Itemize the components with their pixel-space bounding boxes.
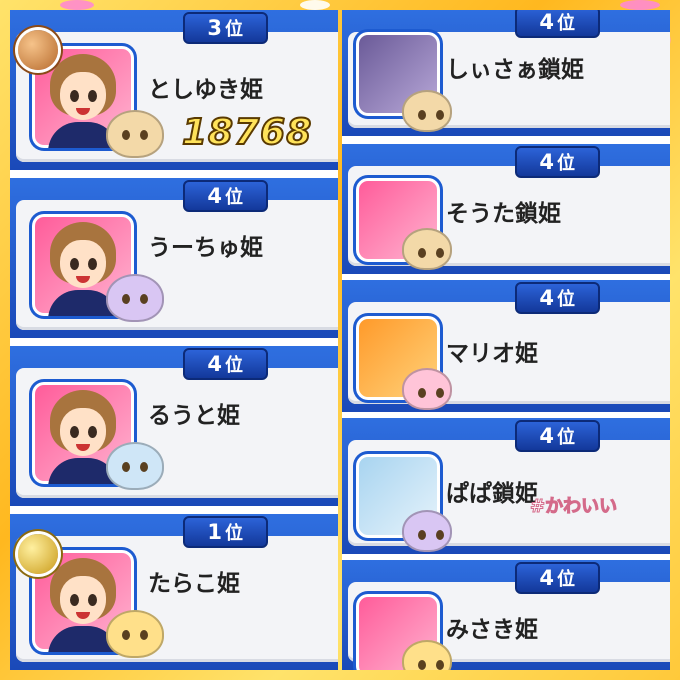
rank-number: 4 [207,352,223,376]
ranking-card[interactable]: 4位 そうた鎖姫 [342,144,670,274]
rank-suffix: 位 [225,19,244,40]
rank-badge: 3位 [183,12,268,44]
ranking-card[interactable]: 1位 たらこ姫 [10,514,338,670]
rank-number: 4 [539,286,555,310]
player-name: しぃさぁ鎖姫 [446,57,584,83]
ranking-card[interactable]: 4位 マリオ姫 [342,280,670,412]
ranking-card[interactable]: 4位 うーちゅ姫 [10,178,338,338]
rank-badge: 4位 [515,420,600,452]
rank-number: 4 [207,184,223,208]
balloon-decoration [300,0,330,10]
balloon-decoration [620,0,660,10]
rank-suffix: 位 [557,569,576,590]
tsum-character-icon [402,510,452,552]
rank-badge: 4位 [515,10,600,38]
rank-number: 3 [207,16,223,40]
rank-suffix: 位 [225,187,244,208]
player-name: としゆき姫 [148,77,263,103]
rank-suffix: 位 [557,13,576,34]
rank-badge: 4位 [515,562,600,594]
rank-suffix: 位 [557,289,576,310]
rank-badge: 4位 [183,180,268,212]
ranking-card[interactable]: 4位 ぱぱ鎖姫 [342,418,670,554]
player-name: たらこ姫 [148,571,240,597]
rank-number: 4 [539,424,555,448]
tsum-character-icon [106,274,164,322]
rank-badge: 4位 [515,146,600,178]
tsum-character-icon [402,368,452,410]
tsum-character-icon [106,442,164,490]
rank-badge: 4位 [183,348,268,380]
balloon-decoration [60,0,94,10]
rank-suffix: 位 [225,355,244,376]
ranking-card[interactable]: 4位 しぃさぁ鎖姫 [342,10,670,136]
rank-number: 1 [207,520,223,544]
rank-number: 4 [539,10,555,34]
ranking-column-left: 3位 としゆき姫 18768 4位 うーちゅ姫 4位 るうと姫 1 位 たらこ姫 [10,10,338,670]
rank-suffix: 位 [557,427,576,448]
ranking-card[interactable]: 4位 みさき姫 [342,560,670,670]
tsum-character-icon [402,90,452,132]
player-name: うーちゅ姫 [148,235,263,261]
score-value: 18768 [181,111,313,154]
rank-suffix: 位 [225,523,244,544]
player-name: ぱぱ鎖姫 [446,481,538,507]
player-name: みさき姫 [446,617,538,643]
ranking-card[interactable]: 4位 るうと姫 [10,346,338,506]
bronze-medal-icon [18,30,58,70]
rank-number: 4 [539,150,555,174]
gold-medal-icon [18,534,58,574]
rank-suffix: 位 [557,153,576,174]
player-name: そうた鎖姫 [446,201,561,227]
rank-number: 4 [539,566,555,590]
tsum-character-icon [402,228,452,270]
rank-badge: 4位 [515,282,600,314]
hashtag-sticker: #かわいい [529,496,618,518]
ranking-card[interactable]: 3位 としゆき姫 18768 [10,10,338,170]
player-name: るうと姫 [148,403,240,429]
tsum-character-icon [106,110,164,158]
rank-badge: 1位 [183,516,268,548]
ranking-column-right: 4位 しぃさぁ鎖姫 4位 そうた鎖姫 4位 マリオ姫 4位 ぱぱ鎖姫 4 位 み… [342,10,670,670]
tsum-character-icon [106,610,164,658]
player-name: マリオ姫 [446,341,538,367]
